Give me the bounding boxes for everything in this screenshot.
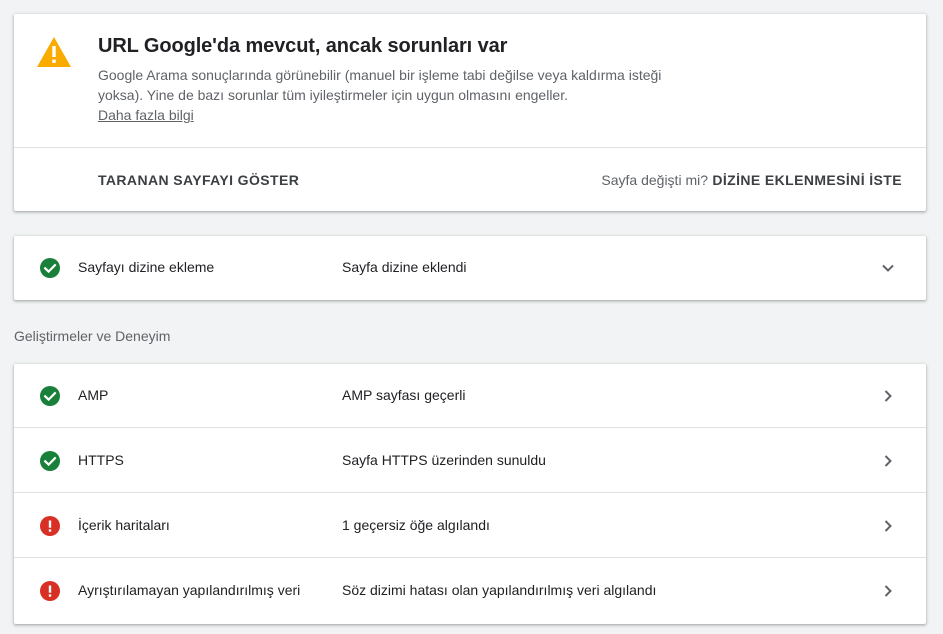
indexing-label: Sayfayı dizine ekleme bbox=[78, 259, 215, 275]
chevron-right-icon[interactable] bbox=[878, 516, 898, 536]
divider bbox=[14, 147, 926, 148]
indexing-card: Sayfayı dizine ekleme Sayfa dizine eklen… bbox=[14, 236, 926, 300]
request-indexing-button[interactable]: DİZİNE EKLENMESİNİ İSTE bbox=[712, 172, 902, 188]
error-circle-icon bbox=[40, 516, 60, 536]
enhancement-label: Ayrıştırılamayan yapılandırılmış veri bbox=[78, 582, 301, 598]
enhancement-value: Söz dizimi hatası olan yapılandırılmış v… bbox=[342, 582, 657, 598]
error-circle-icon bbox=[40, 581, 60, 601]
enhancement-value: 1 geçersiz öğe algılandı bbox=[342, 517, 490, 533]
chevron-down-icon[interactable] bbox=[878, 258, 898, 278]
enhancement-row-amp[interactable]: AMP AMP sayfası geçerli bbox=[14, 364, 926, 428]
enhancement-label: İçerik haritaları bbox=[78, 517, 170, 533]
view-crawled-page-button[interactable]: TARANAN SAYFAYI GÖSTER bbox=[98, 172, 299, 188]
indexing-row[interactable]: Sayfayı dizine ekleme Sayfa dizine eklen… bbox=[14, 236, 926, 300]
enhancement-label: AMP bbox=[78, 387, 109, 403]
enhancements-card: AMP AMP sayfası geçerli HTTPS Sayfa HTTP… bbox=[14, 364, 926, 624]
chevron-right-icon[interactable] bbox=[878, 451, 898, 471]
warning-icon bbox=[37, 37, 71, 67]
row-divider bbox=[14, 557, 926, 558]
status-description: Google Arama sonuçlarında görünebilir (m… bbox=[98, 67, 662, 103]
check-circle-icon bbox=[40, 386, 60, 406]
check-circle-icon bbox=[40, 451, 60, 471]
url-status-card: URL Google'da mevcut, ancak sorunları va… bbox=[14, 14, 926, 211]
row-divider bbox=[14, 492, 926, 493]
indexing-value: Sayfa dizine eklendi bbox=[342, 259, 467, 275]
enhancements-heading: Geliştirmeler ve Deneyim bbox=[14, 328, 171, 344]
status-title: URL Google'da mevcut, ancak sorunları va… bbox=[98, 35, 508, 57]
learn-more-link[interactable]: Daha fazla bilgi bbox=[98, 105, 194, 125]
enhancement-row-structured-data[interactable]: Ayrıştırılamayan yapılandırılmış veri Sö… bbox=[14, 559, 926, 623]
check-circle-icon bbox=[40, 258, 60, 278]
chevron-right-icon[interactable] bbox=[878, 581, 898, 601]
chevron-right-icon[interactable] bbox=[878, 386, 898, 406]
enhancement-label: HTTPS bbox=[78, 452, 124, 468]
enhancement-row-https[interactable]: HTTPS Sayfa HTTPS üzerinden sunuldu bbox=[14, 429, 926, 493]
enhancement-value: Sayfa HTTPS üzerinden sunuldu bbox=[342, 452, 546, 468]
enhancement-row-sitemaps[interactable]: İçerik haritaları 1 geçersiz öğe algılan… bbox=[14, 494, 926, 558]
row-divider bbox=[14, 427, 926, 428]
page-changed-question: Sayfa değişti mi? bbox=[601, 172, 708, 188]
enhancement-value: AMP sayfası geçerli bbox=[342, 387, 466, 403]
